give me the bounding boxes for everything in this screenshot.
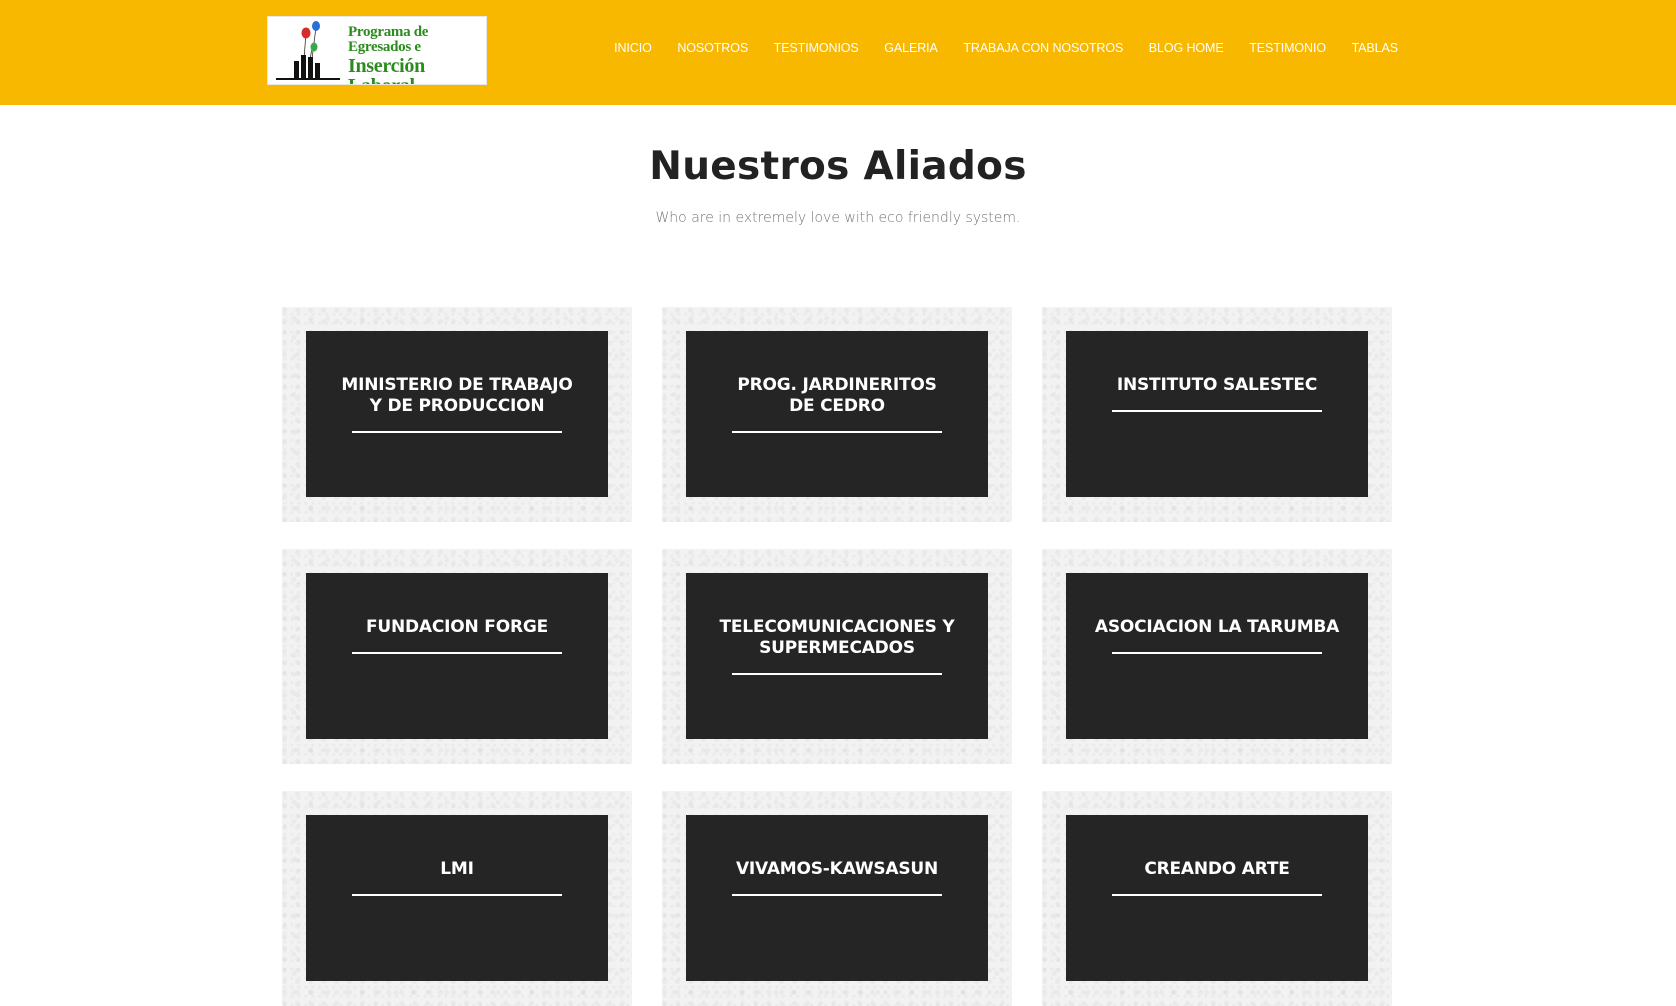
ally-card-divider	[1112, 894, 1322, 896]
ally-title-line-1: CREANDO ARTE	[1144, 859, 1290, 879]
ally-title-line-1: MINISTERIO DE TRABAJO	[341, 375, 573, 395]
ally-card: VIVAMOS-KAWSASUN	[662, 791, 1012, 1006]
ally-card-divider	[352, 652, 562, 654]
nav-item-testimonio[interactable]: TESTIMONIO	[1236, 41, 1338, 55]
ally-card: INSTITUTO SALESTEC	[1042, 307, 1392, 522]
section-title: Nuestros Aliados	[649, 144, 1027, 189]
ally-title-line-1: INSTITUTO SALESTEC	[1116, 375, 1318, 395]
ally-card-divider	[1112, 410, 1322, 412]
ally-card: FUNDACION FORGE	[282, 549, 632, 764]
nav-item-trabaja-con-nosotros[interactable]: TRABAJA CON NOSOTROS	[951, 41, 1136, 55]
ally-card-title: VIVAMOS-KAWSASUN	[706, 859, 968, 896]
nav-item-tablas[interactable]: TABLAS	[1339, 41, 1399, 55]
nav-item-blog-home[interactable]: BLOG HOME	[1136, 41, 1236, 55]
ally-card-panel[interactable]: MINISTERIO DE TRABAJO Y DE PRODUCCION	[306, 331, 608, 497]
ally-card-divider	[732, 673, 942, 675]
ally-title-line-2: Y DE PRODUCCION	[369, 396, 545, 416]
ally-card-title: LMI	[326, 859, 588, 896]
ally-card: TELECOMUNICACIONES Y SUPERMECADOS	[662, 549, 1012, 764]
site-header: Programa de Egresados e Inserción Labora…	[0, 0, 1676, 105]
ally-card-divider	[352, 894, 562, 896]
ally-card-title: FUNDACION FORGE	[326, 617, 588, 654]
ally-card-panel[interactable]: INSTITUTO SALESTEC	[1066, 331, 1368, 497]
nav-item-testimonios[interactable]: TESTIMONIOS	[761, 41, 872, 55]
ally-card: LMI	[282, 791, 632, 1006]
main-nav: INICIO NOSOTROS TESTIMONIOS GALERIA TRAB…	[601, 41, 1398, 55]
ally-card-divider	[352, 431, 562, 433]
ally-card-title: MINISTERIO DE TRABAJO Y DE PRODUCCION	[326, 375, 588, 433]
ally-title-line-1: FUNDACION FORGE	[365, 617, 549, 637]
ally-title-line-1: VIVAMOS-KAWSASUN	[735, 859, 939, 879]
logo-line-1: Programa de Egresados e	[348, 24, 429, 56]
ally-title-line-2: SUPERMECADOS	[759, 638, 915, 658]
nav-item-galeria[interactable]: GALERIA	[871, 41, 950, 55]
ally-card-panel[interactable]: PROG. JARDINERITOS DE CEDRO	[686, 331, 988, 497]
site-logo[interactable]: Programa de Egresados e Inserción Labora…	[267, 16, 487, 85]
ally-card: PROG. JARDINERITOS DE CEDRO	[662, 307, 1012, 522]
ally-card-title: INSTITUTO SALESTEC	[1086, 375, 1348, 412]
ally-title-line-1: LMI	[440, 859, 474, 879]
ally-title-line-2: DE CEDRO	[789, 396, 885, 416]
ally-card-divider	[1112, 652, 1322, 654]
ally-card-title: TELECOMUNICACIONES Y SUPERMECADOS	[706, 617, 968, 675]
ally-card-divider	[732, 431, 942, 433]
ally-card-title: ASOCIACION LA TARUMBA	[1086, 617, 1348, 654]
balloons-hands-logo-icon	[276, 21, 340, 80]
ally-card-panel[interactable]: TELECOMUNICACIONES Y SUPERMECADOS	[686, 573, 988, 739]
ally-card-panel[interactable]: CREANDO ARTE	[1066, 815, 1368, 981]
ally-card-title: PROG. JARDINERITOS DE CEDRO	[706, 375, 968, 433]
ally-card-divider	[732, 894, 942, 896]
ally-card-panel[interactable]: VIVAMOS-KAWSASUN	[686, 815, 988, 981]
ally-card-panel[interactable]: LMI	[306, 815, 608, 981]
section-subtitle: Who are in extremely love with eco frien…	[655, 210, 1021, 226]
ally-card-panel[interactable]: ASOCIACION LA TARUMBA	[1066, 573, 1368, 739]
ally-card: MINISTERIO DE TRABAJO Y DE PRODUCCION	[282, 307, 632, 522]
ally-title-line-1: TELECOMUNICACIONES Y	[719, 617, 955, 637]
nav-item-nosotros[interactable]: NOSOTROS	[665, 41, 761, 55]
ally-card: ASOCIACION LA TARUMBA	[1042, 549, 1392, 764]
ally-title-line-1: PROG. JARDINERITOS	[737, 375, 937, 395]
logo-line-2: Inserción Laboral	[348, 54, 425, 84]
ally-title-line-1: ASOCIACION LA TARUMBA	[1094, 617, 1340, 637]
ally-card-panel[interactable]: FUNDACION FORGE	[306, 573, 608, 739]
ally-card-title: CREANDO ARTE	[1086, 859, 1348, 896]
ally-card: CREANDO ARTE	[1042, 791, 1392, 1006]
nav-item-inicio[interactable]: INICIO	[601, 41, 664, 55]
